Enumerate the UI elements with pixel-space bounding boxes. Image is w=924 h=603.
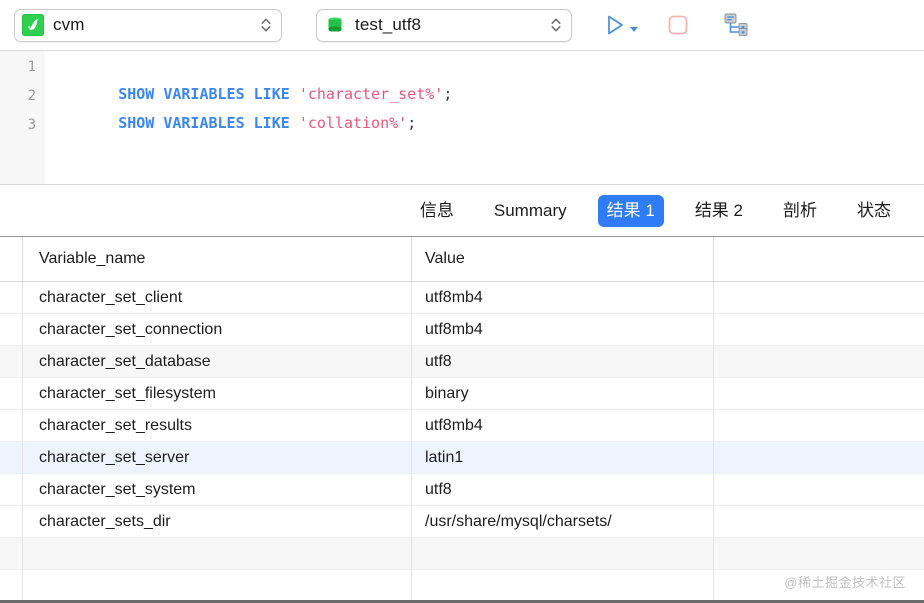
cell-variable-name[interactable]: character_set_system — [23, 474, 412, 505]
cell-variable-name[interactable]: character_set_results — [23, 410, 412, 441]
watermark: @稀土掘金技术社区 — [784, 575, 906, 590]
table-row[interactable]: character_set_server latin1 — [0, 442, 924, 474]
cell-value[interactable]: utf8 — [412, 346, 714, 377]
table-row-empty[interactable] — [0, 538, 924, 570]
tab-summary[interactable]: Summary — [485, 195, 576, 227]
cell-variable-name[interactable] — [23, 570, 412, 600]
cell-value[interactable]: utf8mb4 — [412, 314, 714, 345]
column-header-variable-name[interactable]: Variable_name — [23, 237, 412, 281]
up-down-chevron-icon[interactable] — [260, 15, 272, 35]
cell-variable-name[interactable] — [23, 538, 412, 569]
code-line: SHOW VARIABLES LIKE 'character_set%'; — [64, 51, 924, 103]
sql-punct: ; — [407, 114, 417, 132]
row-selector[interactable] — [0, 474, 23, 505]
cell-value[interactable]: latin1 — [412, 442, 714, 473]
cell-variable-name[interactable]: character_set_connection — [23, 314, 412, 345]
sql-punct: ; — [443, 85, 453, 103]
cell-filler — [714, 474, 924, 505]
row-selector[interactable] — [0, 410, 23, 441]
table-row[interactable]: character_set_filesystem binary — [0, 378, 924, 410]
result-grid: Variable_name Value character_set_client… — [0, 237, 924, 603]
cell-filler — [714, 506, 924, 537]
sql-string: 'character_set%' — [298, 85, 444, 103]
sql-string: 'collation%' — [298, 114, 408, 132]
database-cylinder-icon — [328, 17, 342, 32]
cell-filler — [714, 346, 924, 377]
cell-value[interactable]: utf8 — [412, 474, 714, 505]
row-selector[interactable] — [0, 442, 23, 473]
stop-square-icon — [668, 15, 688, 35]
code-area[interactable]: SHOW VARIABLES LIKE 'character_set%'; SH… — [64, 51, 924, 138]
line-number: 1 — [27, 59, 36, 75]
cell-variable-name[interactable]: character_set_filesystem — [23, 378, 412, 409]
cell-filler — [714, 282, 924, 313]
row-selector-header[interactable] — [0, 237, 23, 281]
line-number-gutter: 1 2 3 — [0, 51, 45, 184]
cell-value[interactable]: binary — [412, 378, 714, 409]
mysql-dolphin-icon — [22, 14, 44, 36]
cell-variable-name[interactable]: character_set_server — [23, 442, 412, 473]
cell-variable-name[interactable]: character_sets_dir — [23, 506, 412, 537]
sql-keyword: SHOW VARIABLES LIKE — [118, 85, 299, 103]
stop-query-button[interactable] — [661, 8, 695, 42]
column-header-filler — [714, 237, 924, 281]
cell-filler — [714, 314, 924, 345]
row-selector[interactable] — [0, 346, 23, 377]
cell-variable-name[interactable]: character_set_database — [23, 346, 412, 377]
table-row[interactable]: character_set_system utf8 — [0, 474, 924, 506]
top-toolbar: cvm test_utf8 — [0, 0, 924, 51]
cell-filler — [714, 410, 924, 441]
database-name: test_utf8 — [355, 15, 422, 34]
tab-info[interactable]: 信息 — [411, 195, 463, 227]
result-tabbar: 信息 Summary 结果 1 结果 2 剖析 状态 — [0, 185, 924, 237]
row-selector[interactable] — [0, 282, 23, 313]
cell-value[interactable]: /usr/share/mysql/charsets/ — [412, 506, 714, 537]
table-header-row: Variable_name Value — [0, 237, 924, 282]
cell-filler — [714, 538, 924, 569]
cell-variable-name[interactable]: character_set_client — [23, 282, 412, 313]
up-down-chevron-icon[interactable] — [550, 15, 562, 35]
explain-plan-button[interactable] — [719, 8, 753, 42]
cell-value[interactable]: utf8mb4 — [412, 282, 714, 313]
table-row[interactable]: character_set_database utf8 — [0, 346, 924, 378]
column-header-value[interactable]: Value — [412, 237, 714, 281]
row-selector[interactable] — [0, 538, 23, 569]
cell-value[interactable]: utf8mb4 — [412, 410, 714, 441]
connection-selector[interactable]: cvm — [14, 8, 282, 42]
cell-filler — [714, 378, 924, 409]
sql-editor[interactable]: 1 2 3 SHOW VARIABLES LIKE 'character_set… — [0, 51, 924, 185]
row-selector[interactable] — [0, 506, 23, 537]
table-row[interactable]: character_sets_dir /usr/share/mysql/char… — [0, 506, 924, 538]
database-selector[interactable]: test_utf8 — [316, 8, 572, 42]
play-triangle-icon — [608, 15, 623, 35]
run-query-button[interactable] — [598, 8, 632, 42]
line-number: 2 — [27, 88, 36, 104]
row-selector[interactable] — [0, 314, 23, 345]
row-selector[interactable] — [0, 570, 23, 600]
cell-value[interactable] — [412, 570, 714, 600]
tab-profile[interactable]: 剖析 — [774, 195, 826, 227]
row-selector[interactable] — [0, 378, 23, 409]
tab-result-1[interactable]: 结果 1 — [597, 194, 664, 227]
sql-keyword: SHOW VARIABLES LIKE — [118, 114, 299, 132]
cell-value[interactable] — [412, 538, 714, 569]
cell-filler — [714, 442, 924, 473]
tab-status[interactable]: 状态 — [848, 195, 900, 227]
toolbar-actions — [598, 8, 753, 42]
table-row[interactable]: character_set_client utf8mb4 — [0, 282, 924, 314]
connection-name: cvm — [53, 15, 85, 34]
table-row[interactable]: character_set_connection utf8mb4 — [0, 314, 924, 346]
table-row[interactable]: character_set_results utf8mb4 — [0, 410, 924, 442]
tab-result-2[interactable]: 结果 2 — [686, 195, 752, 227]
query-plan-tree-icon — [724, 13, 748, 37]
line-number: 3 — [27, 117, 36, 133]
